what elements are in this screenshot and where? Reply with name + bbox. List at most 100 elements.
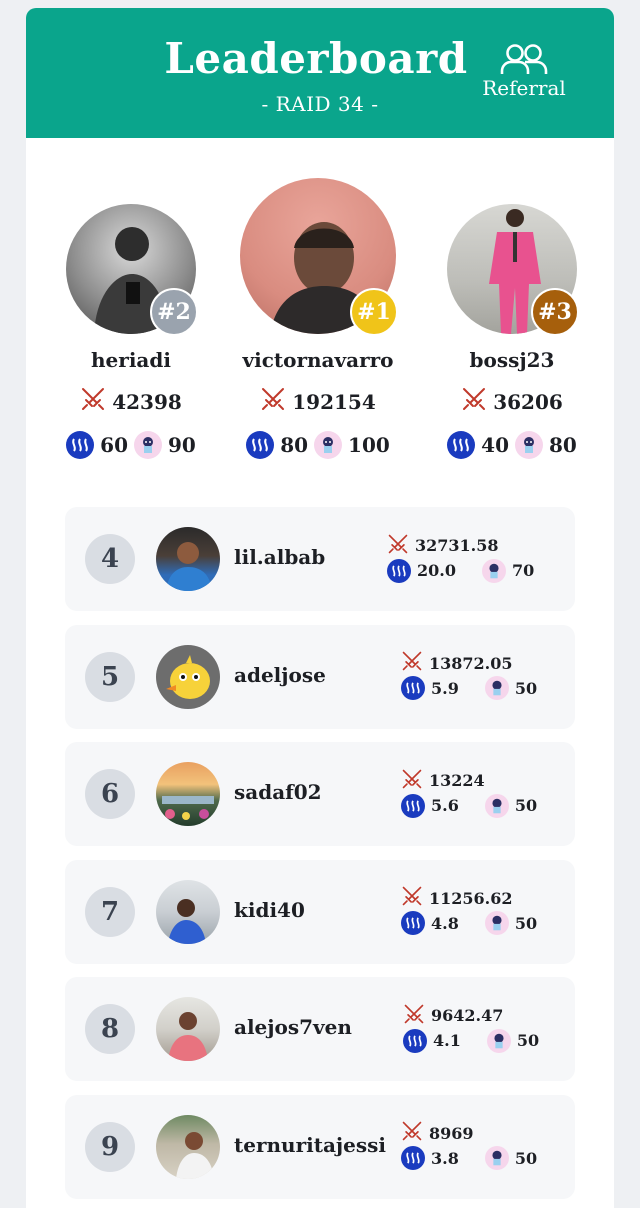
reward-stat: 60 90 (26, 431, 236, 459)
steem-icon (401, 676, 425, 700)
list-item[interactable]: 4 lil.albab 32731.58 20.0 70 (65, 507, 575, 611)
player-stats: 13224 5.6 50 (401, 768, 537, 818)
avatar: #3 (447, 204, 579, 336)
damage-value: 8969 (429, 1123, 474, 1143)
damage-value: 42398 (112, 389, 182, 414)
crossed-swords-icon (401, 885, 423, 911)
steem-icon (403, 1028, 427, 1053)
crossed-swords-icon (401, 768, 423, 794)
reward-stat: 80 100 (218, 431, 418, 459)
steem-icon (447, 431, 476, 459)
player-name: adeljose (234, 662, 326, 687)
leaderboard-list: 4 lil.albab 32731.58 20.0 70 5 adeljose 1… (65, 507, 575, 1208)
steem-value: 3.8 (431, 1148, 459, 1168)
list-item[interactable]: 9 ternuritajessi 8969 3.8 50 (65, 1094, 575, 1199)
crossed-swords-icon (401, 650, 423, 676)
player-name: alejos7ven (234, 1015, 352, 1039)
avatar (156, 997, 220, 1061)
avatar (156, 527, 220, 591)
player-name: heriadi (91, 348, 171, 372)
crossed-swords-icon (260, 386, 286, 417)
sticker-value: 100 (348, 433, 390, 457)
steem-value: 5.9 (431, 678, 459, 698)
player-stats: 8969 3.8 50 (401, 1121, 537, 1171)
rank-badge: #2 (150, 288, 198, 336)
sticker-value: 70 (511, 561, 535, 580)
steem-icon (246, 431, 275, 459)
player-name: sadaf02 (234, 780, 322, 804)
character-sticker-icon (134, 431, 162, 459)
damage-stat: 192154 (218, 386, 418, 417)
avatar (156, 1114, 220, 1179)
sticker-value: 50 (514, 678, 538, 698)
rank-number: 7 (85, 886, 135, 937)
damage-value: 36206 (493, 389, 563, 414)
podium-third[interactable]: #3 bossj23 36206 40 80 (408, 204, 614, 459)
player-name: bossj23 (469, 348, 555, 372)
list-item[interactable]: 8 alejos7ven 9642.47 4.1 50 (65, 977, 575, 1081)
avatar: #1 (240, 178, 398, 336)
player-stats: 11256.62 4.8 50 (401, 886, 537, 936)
steem-icon (66, 431, 95, 459)
list-item[interactable]: 6 sadaf02 13224 5.6 50 (65, 742, 575, 846)
sticker-value: 50 (514, 913, 538, 933)
rank-number: 9 (85, 1121, 135, 1172)
crossed-swords-icon (387, 533, 409, 559)
player-name: lil.albab (234, 545, 326, 569)
podium-first[interactable]: #1 victornavarro 192154 80 100 (218, 178, 418, 459)
steem-icon (401, 793, 425, 818)
sticker-value: 50 (514, 796, 538, 815)
damage-value: 13224 (429, 771, 485, 790)
rank-number: 8 (85, 1004, 135, 1054)
rank-badge: #3 (531, 288, 579, 336)
referral-label: Referral (482, 76, 566, 100)
character-sticker-icon (314, 431, 343, 459)
character-sticker-icon (484, 793, 509, 818)
users-icon (500, 44, 548, 74)
podium: #2 heriadi 42398 60 90 #1 victornavarro … (26, 138, 614, 478)
list-item[interactable]: 7 kidi40 11256.62 4.8 50 (65, 859, 575, 964)
steem-value: 4.8 (431, 913, 459, 933)
character-sticker-icon (484, 676, 509, 700)
sticker-value: 50 (516, 1031, 540, 1050)
sticker-value: 50 (514, 1148, 538, 1168)
damage-value: 192154 (292, 389, 376, 414)
steem-value: 80 (280, 433, 309, 457)
damage-value: 11256.62 (429, 888, 513, 908)
reward-stat: 40 80 (408, 431, 614, 459)
header: Leaderboard - RAID 34 - Referral (26, 8, 614, 138)
steem-icon (401, 1146, 425, 1170)
player-name: kidi40 (234, 897, 305, 922)
steem-value: 60 (100, 433, 128, 457)
avatar (156, 644, 220, 709)
steem-icon (387, 558, 411, 583)
avatar: #2 (66, 204, 198, 336)
rank-number: 5 (85, 651, 135, 702)
sticker-value: 80 (549, 433, 577, 457)
leaderboard-card: Leaderboard - RAID 34 - Referral #2 heri… (26, 8, 614, 1208)
rank-number: 4 (85, 534, 135, 584)
avatar (156, 879, 220, 944)
steem-value: 20.0 (417, 561, 456, 580)
character-sticker-icon (484, 1146, 509, 1170)
crossed-swords-icon (403, 1003, 425, 1029)
damage-stat: 42398 (26, 386, 236, 417)
crossed-swords-icon (401, 1120, 423, 1146)
character-sticker-icon (481, 558, 506, 583)
character-sticker-icon (486, 1028, 511, 1053)
steem-icon (401, 911, 425, 935)
player-stats: 9642.47 4.1 50 (403, 1003, 539, 1053)
avatar (156, 762, 220, 826)
rank-number: 6 (85, 769, 135, 819)
player-name: ternuritajessi (234, 1132, 386, 1157)
character-sticker-icon (484, 911, 509, 935)
damage-stat: 36206 (408, 386, 614, 417)
damage-value: 13872.05 (429, 653, 513, 673)
steem-value: 5.6 (431, 796, 459, 815)
sticker-value: 90 (168, 433, 196, 457)
referral-button[interactable]: Referral (478, 42, 570, 100)
list-item[interactable]: 5 adeljose 13872.05 5.9 50 (65, 624, 575, 729)
crossed-swords-icon (461, 386, 487, 417)
steem-value: 40 (481, 433, 509, 457)
podium-second[interactable]: #2 heriadi 42398 60 90 (26, 204, 236, 459)
